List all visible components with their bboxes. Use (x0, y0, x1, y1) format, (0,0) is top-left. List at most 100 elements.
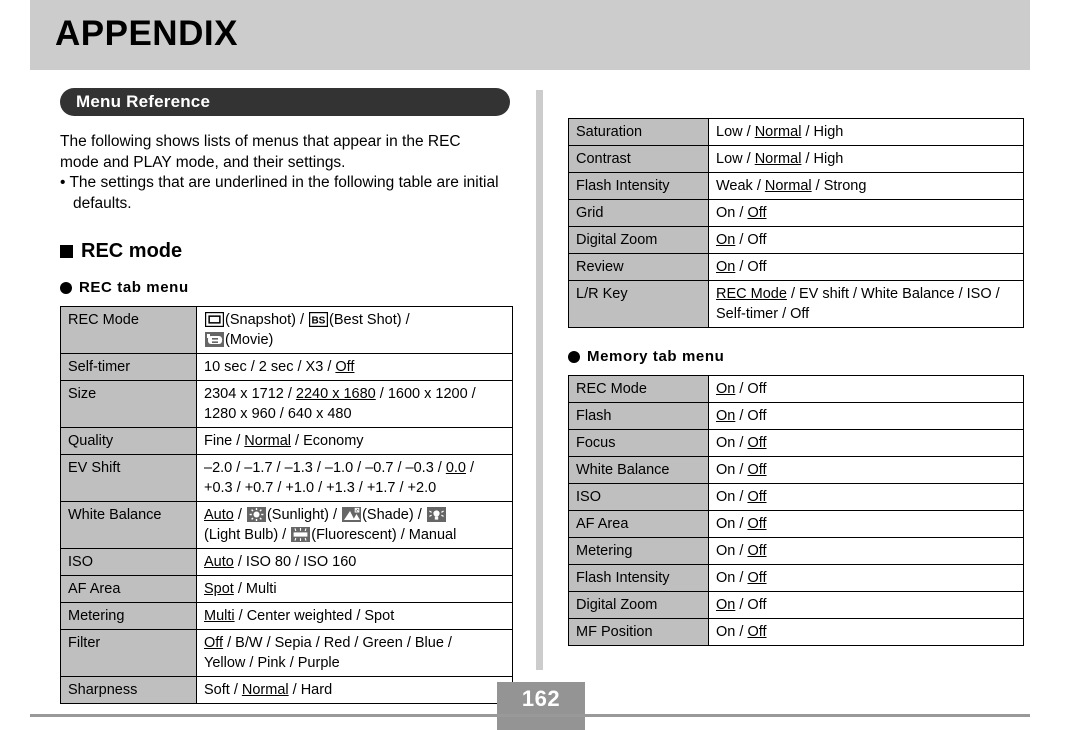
row-value: On / Off (708, 226, 1024, 254)
row-value: Low / Normal / High (708, 145, 1024, 173)
table-row: Contrast Low / Normal / High (568, 145, 1024, 173)
value-part: / Off (735, 232, 767, 248)
default-value: On (716, 259, 736, 275)
value-part: Self-timer / Off (716, 306, 810, 322)
value-part: On / (716, 570, 748, 586)
table-row: ISO On / Off (568, 483, 1024, 511)
row-key: Filter (60, 629, 197, 677)
row-value: On / Off (708, 375, 1024, 403)
row-value: Spot / Multi (196, 575, 513, 603)
default-value: Normal (764, 178, 812, 194)
value-part: Low / (716, 124, 755, 140)
value-part: / Multi (233, 581, 277, 597)
intro-text: The following shows lists of menus that … (60, 132, 500, 214)
row-value: REC Mode / EV shift / White Balance / IS… (708, 280, 1024, 328)
row-key: ISO (60, 548, 197, 576)
best-shot-label: (Best Shot) / (329, 312, 410, 328)
row-value: On / Off (708, 456, 1024, 484)
heading-memory-tab-menu: Memory tab menu (568, 348, 1023, 365)
movie-label: (Movie) (225, 332, 274, 348)
fluorescent-icon (291, 527, 311, 542)
row-key: Contrast (568, 145, 709, 173)
value-part: / High (801, 124, 844, 140)
row-key: Digital Zoom (568, 591, 709, 619)
fluorescent-label: (Fluorescent) / Manual (311, 527, 457, 543)
default-value: Auto (204, 507, 234, 523)
value-part: On / (716, 435, 748, 451)
default-value: 0.0 (445, 460, 467, 476)
table-row: Focus On / Off (568, 429, 1024, 457)
heading-rec-tab-menu-label: REC tab menu (79, 279, 189, 296)
section-banner: Menu Reference (60, 88, 510, 116)
row-value: –2.0 / –1.7 / –1.3 / –1.0 / –0.7 / –0.3 … (196, 454, 513, 502)
square-bullet-icon (60, 245, 73, 258)
default-value: On (716, 597, 736, 613)
row-key: Flash Intensity (568, 564, 709, 592)
right-column: Saturation Low / Normal / High Contrast … (568, 118, 1024, 646)
default-value: Off (747, 624, 767, 640)
table-row: Self-timer 10 sec / 2 sec / X3 / Off (60, 353, 513, 381)
rec-tab-menu-table-continued: Saturation Low / Normal / High Contrast … (568, 118, 1024, 328)
value-part: +0.3 / +0.7 / +1.0 / +1.3 / +1.7 / +2.0 (204, 480, 437, 496)
default-value: Normal (754, 124, 802, 140)
value-part: Soft / (204, 682, 242, 698)
table-row: Flash Intensity Weak / Normal / Strong (568, 172, 1024, 200)
value-part: Weak / (716, 178, 765, 194)
movie-icon (205, 332, 224, 347)
row-key: Digital Zoom (568, 226, 709, 254)
value-part: / B/W / Sepia / Red / Green / Blue / (223, 635, 452, 651)
value-part: / (233, 507, 246, 523)
value-part: / Center weighted / Spot (234, 608, 395, 624)
intro-bullet: • The settings that are underlined in th… (60, 174, 499, 212)
table-row: AF Area On / Off (568, 510, 1024, 538)
row-key: Size (60, 380, 197, 428)
shade-label: (Shade) / (362, 507, 422, 523)
default-value: Off (747, 462, 767, 478)
column-divider (536, 90, 543, 670)
value-part: 2304 x 1712 / (204, 386, 296, 402)
row-value: On / Off (708, 483, 1024, 511)
value-part: / Off (735, 408, 767, 424)
default-value: Off (747, 516, 767, 532)
intro-line-1: The following shows lists of menus that … (60, 133, 461, 150)
row-value: Off / B/W / Sepia / Red / Green / Blue /… (196, 629, 513, 677)
shade-icon (342, 507, 362, 522)
row-value: On / Off (708, 429, 1024, 457)
best-shot-icon: BS (309, 312, 329, 327)
snapshot-label: (Snapshot) / (225, 312, 304, 328)
default-value: Multi (204, 608, 235, 624)
default-value: Normal (244, 433, 292, 449)
value-part: On / (716, 489, 748, 505)
row-key: REC Mode (60, 306, 197, 354)
table-row: REC Mode (Snapshot) / BS (Best Shot) / (… (60, 306, 513, 354)
table-row: MF Position On / Off (568, 618, 1024, 646)
table-row: Saturation Low / Normal / High (568, 118, 1024, 146)
value-part: / Off (735, 259, 767, 275)
table-row: White Balance Auto / (Sunlight) / (Shade… (60, 501, 513, 549)
left-column: Menu Reference The following shows lists… (60, 88, 513, 704)
value-part: / EV shift / White Balance / ISO / (786, 286, 1000, 302)
rec-tab-menu-table: REC Mode (Snapshot) / BS (Best Shot) / (… (60, 306, 513, 704)
row-value: Weak / Normal / Strong (708, 172, 1024, 200)
light-bulb-label: (Light Bulb) / (204, 527, 287, 543)
default-value: On (716, 408, 736, 424)
row-value: Multi / Center weighted / Spot (196, 602, 513, 630)
table-row: Size 2304 x 1712 / 2240 x 1680 / 1600 x … (60, 380, 513, 428)
value-part: / 1600 x 1200 / (375, 386, 476, 402)
value-part: / (466, 460, 475, 476)
row-key: Flash Intensity (568, 172, 709, 200)
table-row: EV Shift –2.0 / –1.7 / –1.3 / –1.0 / –0.… (60, 454, 513, 502)
row-key: White Balance (568, 456, 709, 484)
default-value: 2240 x 1680 (295, 386, 376, 402)
memory-tab-menu-table: REC Mode On / Off Flash On / Off Focus O… (568, 375, 1024, 646)
table-row: Quality Fine / Normal / Economy (60, 427, 513, 455)
default-value: Off (335, 359, 355, 375)
row-key: Metering (568, 537, 709, 565)
row-value: On / Off (708, 618, 1024, 646)
row-key: ISO (568, 483, 709, 511)
svg-text:BS: BS (311, 315, 325, 326)
default-value: On (716, 232, 736, 248)
table-row: Filter Off / B/W / Sepia / Red / Green /… (60, 629, 513, 677)
row-key: White Balance (60, 501, 197, 549)
row-value: 10 sec / 2 sec / X3 / Off (196, 353, 513, 381)
